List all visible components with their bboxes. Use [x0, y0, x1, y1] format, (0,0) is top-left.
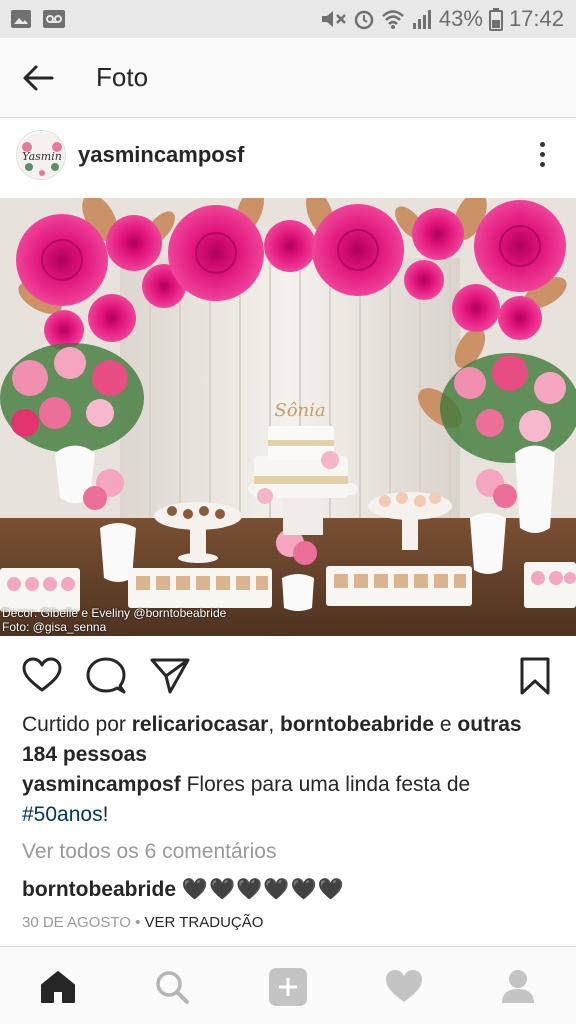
image-icon — [11, 10, 31, 28]
party-photo-illustration: Sônia — [0, 198, 576, 636]
share-icon — [150, 658, 190, 694]
svg-text:Sônia: Sônia — [274, 400, 325, 421]
photo-credit-decor: Decor: Gibelle e Eveliny @borntobeabride — [2, 606, 227, 620]
post-photo[interactable]: Sônia Decor: Gibelle e Eveliny @borntobe… — [0, 198, 576, 636]
alarm-icon — [354, 10, 374, 30]
nav-activity[interactable] — [384, 967, 424, 1007]
nav-profile[interactable] — [498, 967, 538, 1007]
comment-username[interactable]: borntobeabride — [22, 878, 176, 901]
share-button[interactable] — [150, 656, 190, 696]
caption-text: Flores para uma linda festa de — [186, 773, 471, 796]
meta-separator: • — [130, 914, 145, 931]
voicemail-icon — [43, 10, 65, 28]
see-translation-link[interactable]: VER TRADUÇÃO — [145, 914, 264, 931]
liker-link[interactable]: borntobeabride — [280, 713, 434, 736]
post-actions — [0, 636, 576, 708]
bottom-nav — [0, 946, 576, 1024]
add-icon — [269, 968, 307, 1006]
comment-button[interactable] — [86, 656, 126, 696]
caption-end: ! — [102, 803, 109, 826]
view-all-comments-link[interactable]: Ver todos os 6 comentários — [22, 840, 276, 864]
liker-link[interactable]: relicariocasar — [132, 713, 269, 736]
app-bar: Foto — [0, 38, 576, 118]
arrow-left-icon — [23, 65, 54, 91]
wifi-icon — [382, 10, 404, 29]
likes-separator: , — [268, 713, 275, 736]
page-title: Foto — [96, 62, 149, 92]
avatar-logo: Yasmin — [18, 132, 65, 179]
status-bar: 43% 17:42 — [0, 0, 576, 38]
heart-icon — [22, 657, 62, 692]
nav-search[interactable] — [152, 967, 192, 1007]
clock: 17:42 — [508, 6, 564, 31]
mute-icon — [321, 11, 346, 27]
back-button[interactable] — [20, 60, 60, 96]
home-icon — [41, 971, 75, 1003]
comment-text: 🖤🖤🖤🖤🖤🖤 — [181, 878, 345, 901]
signal-icon — [412, 10, 431, 29]
avatar[interactable]: Yasmin — [16, 130, 66, 180]
comment-icon — [86, 657, 126, 694]
bookmark-icon — [520, 657, 550, 695]
post-caption: yasmincamposf Flores para uma linda fest… — [22, 770, 562, 830]
like-button[interactable] — [22, 656, 62, 696]
search-icon — [156, 971, 189, 1004]
svg-text:Yasmin: Yasmin — [22, 150, 62, 163]
comment-item: borntobeabride 🖤🖤🖤🖤🖤🖤 — [22, 878, 345, 902]
nav-add[interactable] — [268, 967, 308, 1007]
activity-heart-icon — [386, 970, 422, 1002]
save-button[interactable] — [518, 656, 558, 696]
post-username[interactable]: yasmincamposf — [78, 142, 244, 168]
post-header: Yasmin yasmincamposf — [0, 118, 576, 198]
caption-hashtag[interactable]: #50anos — [22, 803, 103, 826]
likes-summary: Curtido por relicariocasar, borntobeabri… — [22, 710, 552, 770]
post-meta: 30 DE AGOSTO • VER TRADUÇÃO — [22, 914, 263, 931]
battery-icon — [488, 8, 503, 31]
battery-percent: 43% — [438, 6, 483, 31]
post-date: 30 DE AGOSTO — [22, 914, 131, 931]
profile-icon — [502, 970, 534, 1003]
caption-username[interactable]: yasmincamposf — [22, 773, 181, 796]
more-vertical-icon[interactable] — [536, 140, 548, 174]
nav-home[interactable] — [38, 967, 78, 1007]
likes-prefix: Curtido por — [22, 713, 126, 736]
photo-credit-foto: Foto: @gisa_senna — [2, 620, 107, 634]
likes-and: e — [439, 713, 452, 736]
